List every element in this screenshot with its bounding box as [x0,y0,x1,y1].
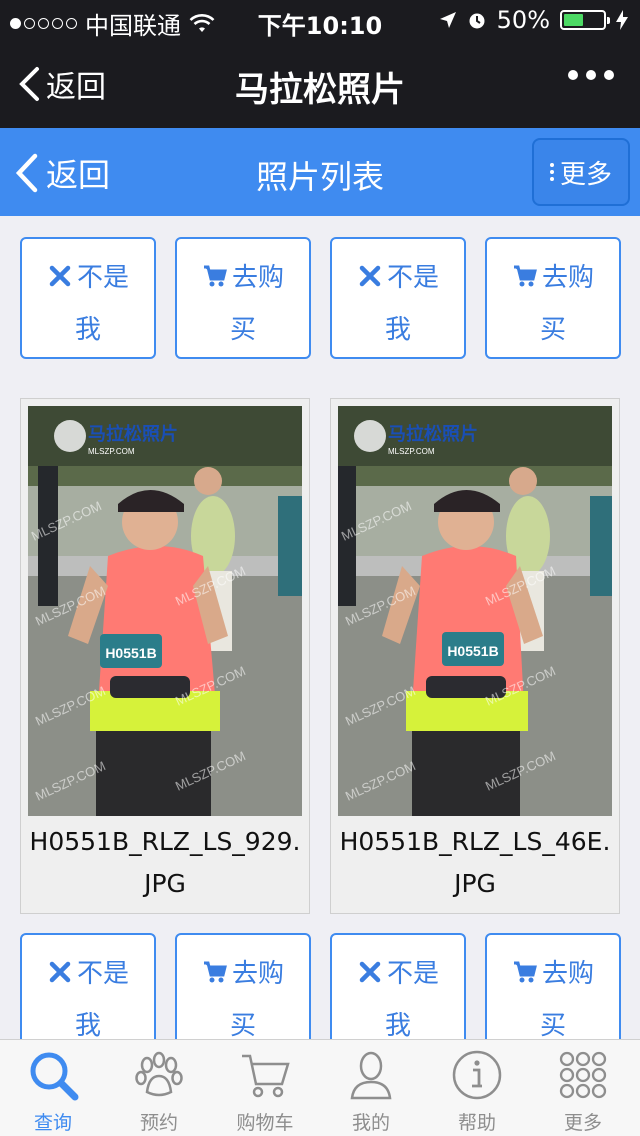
buy-label: 去购 [231,959,284,989]
photo-filename: H0551B_RLZ_LS_46E.JPG [339,827,611,898]
not-me-label: 不是 [76,959,129,989]
back-button[interactable]: 返回 [14,150,110,196]
logo-text: 马拉松照片 [388,423,478,445]
buy-button[interactable]: 去购 买 [175,237,311,359]
battery-icon [560,10,610,30]
cart-icon [513,265,537,286]
vertical-dots-icon [549,163,554,181]
info-icon [452,1050,502,1100]
bib-number: H0551B [447,643,498,659]
not-me-label-line2: 我 [74,315,101,345]
more-button[interactable]: 更多 [532,138,630,206]
photo-filename: H0551B_RLZ_LS_929.JPG [29,827,301,898]
battery-percent: 50% [496,6,550,34]
not-me-label-line2: 我 [384,315,411,345]
buy-label: 去购 [231,263,284,293]
bottom-tab-bar: 查询 预约 购物车 我的 帮助 更多 [0,1039,640,1136]
buy-button[interactable]: 去购 买 [485,237,621,359]
cart-icon [513,961,537,982]
cart-icon [242,1054,290,1098]
runner-photo-image: H0551B 马拉松照片 MLSZP.COM MLSZP.COM MLSZP.C… [338,406,612,816]
buy-label-line2: 买 [539,315,566,345]
user-icon [350,1051,392,1100]
wechat-back-button[interactable]: 返回 [18,62,106,106]
paw-icon [135,1051,183,1097]
not-me-label: 不是 [386,959,439,989]
more-label: 更多 [559,159,612,190]
close-icon [49,961,71,982]
buy-label-line2: 买 [539,1011,566,1039]
tab-reserve-label: 预约 [139,1112,178,1134]
charging-icon [616,10,628,30]
tab-help[interactable]: 帮助 [424,1040,530,1136]
wechat-nav-bar: 返回 马拉松照片 [0,40,640,128]
alarm-icon [469,13,485,29]
cart-icon [203,265,227,286]
status-bar: 中国联通 下午10:10 50% [0,0,640,40]
photo-list[interactable]: 不是 我 去购 买 不是 我 去购 买 H0551B 马拉松照片 MLSZP.C… [0,216,640,1039]
chevron-left-icon [15,153,38,193]
runner-photo[interactable]: H0551B 马拉松照片 MLSZP.COM MLSZP.COM MLSZP.C… [338,406,612,816]
tab-reserve[interactable]: 预约 [106,1040,212,1136]
tab-more[interactable]: 更多 [530,1040,636,1136]
more-options-button[interactable] [568,70,614,80]
tab-search-label: 查询 [33,1112,72,1134]
not-me-button[interactable]: 不是 我 [330,237,466,359]
action-row: 不是 我 去购 买 不是 我 去购 买 [0,237,640,361]
cart-icon [203,961,227,982]
tab-more-label: 更多 [563,1112,602,1134]
tab-help-label: 帮助 [457,1112,496,1134]
bib-number: H0551B [105,645,156,661]
buy-label: 去购 [541,263,594,293]
logo-subtext: MLSZP.COM [88,447,135,456]
page-header: 返回 照片列表 更多 [0,128,640,216]
location-arrow-icon [439,12,456,28]
photo-card[interactable]: H0551B 马拉松照片 MLSZP.COM MLSZP.COM MLSZP.C… [330,398,620,914]
close-icon [359,265,381,286]
photo-card[interactable]: H0551B 马拉松照片 MLSZP.COM MLSZP.COM MLSZP.C… [20,398,310,914]
tab-mine[interactable]: 我的 [318,1040,424,1136]
not-me-label: 不是 [386,263,439,293]
buy-label: 去购 [541,959,594,989]
not-me-label-line2: 我 [74,1011,101,1039]
not-me-button[interactable]: 不是 我 [20,933,156,1039]
not-me-label-line2: 我 [384,1011,411,1039]
runner-photo[interactable]: H0551B 马拉松照片 MLSZP.COM MLSZP.COM MLSZP.C… [28,406,302,816]
runner-photo-image: H0551B 马拉松照片 MLSZP.COM MLSZP.COM MLSZP.C… [28,406,302,816]
logo-subtext: MLSZP.COM [388,447,435,456]
wechat-back-label: 返回 [46,70,106,105]
back-label: 返回 [46,156,111,194]
buy-label-line2: 买 [229,315,256,345]
tab-mine-label: 我的 [351,1112,390,1134]
tab-cart-label: 购物车 [236,1112,294,1134]
search-icon [30,1052,79,1101]
tab-search[interactable]: 查询 [0,1040,106,1136]
close-icon [49,265,71,286]
tab-cart[interactable]: 购物车 [212,1040,318,1136]
not-me-button[interactable]: 不是 我 [20,237,156,359]
logo-text: 马拉松照片 [88,423,178,445]
buy-button[interactable]: 去购 买 [485,933,621,1039]
grid-icon [559,1051,607,1099]
not-me-label: 不是 [76,263,129,293]
buy-button[interactable]: 去购 买 [175,933,311,1039]
chevron-left-icon [19,67,39,101]
close-icon [359,961,381,982]
buy-label-line2: 买 [229,1011,256,1039]
not-me-button[interactable]: 不是 我 [330,933,466,1039]
action-row: 不是 我 去购 买 不是 我 去购 买 [0,933,640,1039]
